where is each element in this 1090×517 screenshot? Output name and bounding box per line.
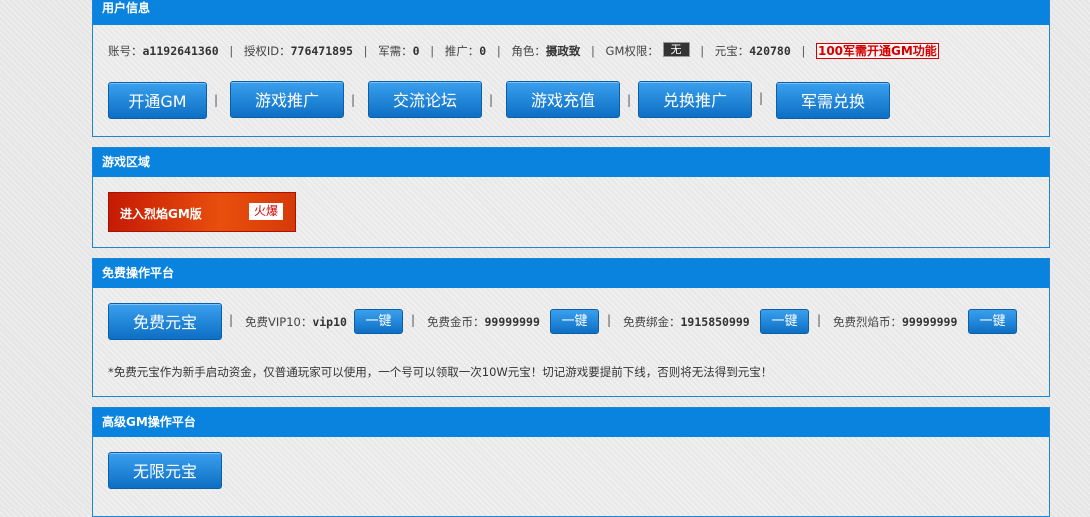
divider: | <box>627 93 632 107</box>
free-vip-value: vip10 <box>312 315 347 329</box>
gm-permission-label: GM权限： <box>605 44 659 58</box>
open-gm-link[interactable]: 100军需开通GM功能 <box>815 43 939 59</box>
free-vip-item: 免费VIP10：vip10 <box>245 314 347 330</box>
free-vip-onekey-button[interactable]: 一键 <box>354 309 403 334</box>
free-yuanbao-note: *免费元宝作为新手启动资金，仅普通玩家可以使用，一个号可以领取一次10W元宝！切… <box>108 365 773 379</box>
free-flame-coin-value: 99999999 <box>902 315 958 329</box>
game-zone-panel: 游戏区域 进入烈焰GM版 火爆 <box>92 147 1050 248</box>
divider: | <box>411 313 416 327</box>
military-exchange-button[interactable]: 军需兑换 <box>776 82 890 119</box>
open-gm-button[interactable]: 开通GM <box>108 82 207 119</box>
auth-value: 776471895 <box>290 44 353 58</box>
free-bound-gold-item: 免费绑金：1915850999 <box>623 314 750 330</box>
advanced-gm-title: 高级GM操作平台 <box>93 408 1049 437</box>
banner-text: 进入烈焰GM版 <box>120 207 202 221</box>
free-bound-gold-value: 1915850999 <box>680 315 750 329</box>
divider: | <box>489 93 494 107</box>
hot-tag: 火爆 <box>249 203 284 220</box>
enter-game-banner[interactable]: 进入烈焰GM版 火爆 <box>108 192 296 232</box>
account-label: 账号： <box>108 44 143 58</box>
free-gold-item: 免费金币：99999999 <box>427 314 540 330</box>
divider: | <box>591 44 595 58</box>
user-info-panel: 用户信息 账号：a1192641360 | 授权ID：776471895 | 军… <box>92 0 1050 137</box>
divider: | <box>363 44 368 58</box>
auth-label: 授权ID： <box>243 44 291 58</box>
divider: | <box>229 44 234 58</box>
divider: | <box>430 44 435 58</box>
free-platform-panel: 免费操作平台 免费元宝 | 免费VIP10：vip10 一键 | 免费金币：99… <box>92 258 1050 397</box>
free-bound-gold-label: 免费绑金： <box>623 315 681 329</box>
free-platform-title: 免费操作平台 <box>93 259 1049 288</box>
unlimited-yuanbao-button[interactable]: 无限元宝 <box>108 452 222 489</box>
free-vip-label: 免费VIP10： <box>245 315 313 329</box>
promo-value: 0 <box>479 44 487 58</box>
free-bound-gold-onekey-button[interactable]: 一键 <box>760 309 809 334</box>
promo-label: 推广： <box>444 44 480 58</box>
yuanbao-value: 420780 <box>749 44 791 58</box>
military-label: 军需： <box>378 44 413 58</box>
divider: | <box>496 44 501 58</box>
free-gold-value: 99999999 <box>484 315 540 329</box>
free-gold-onekey-button[interactable]: 一键 <box>550 309 599 334</box>
forum-button[interactable]: 交流论坛 <box>368 81 482 118</box>
redeem-promo-button[interactable]: 兑换推广 <box>638 81 752 118</box>
recharge-button[interactable]: 游戏充值 <box>506 81 620 118</box>
gm-permission-badge: 无 <box>662 42 690 57</box>
free-yuanbao-button[interactable]: 免费元宝 <box>108 303 222 340</box>
account-value: a1192641360 <box>142 44 219 58</box>
yuanbao-label: 元宝： <box>714 44 750 58</box>
free-flame-coin-label: 免费烈焰币： <box>833 315 902 329</box>
game-zone-title: 游戏区域 <box>93 148 1049 177</box>
user-info-row: 账号：a1192641360 | 授权ID：776471895 | 军需：0 |… <box>108 42 939 59</box>
divider: | <box>700 44 705 58</box>
role-label: 角色： <box>511 44 546 58</box>
divider: | <box>229 313 234 327</box>
free-flame-coin-item: 免费烈焰币：99999999 <box>833 314 957 330</box>
divider: | <box>801 44 806 58</box>
free-gold-label: 免费金币： <box>427 315 485 329</box>
user-info-title: 用户信息 <box>93 0 1049 25</box>
game-promo-button[interactable]: 游戏推广 <box>230 81 344 118</box>
divider: | <box>351 93 356 107</box>
divider: | <box>759 91 764 105</box>
military-value: 0 <box>412 44 420 58</box>
divider: | <box>817 313 822 327</box>
divider: | <box>607 313 612 327</box>
divider: | <box>214 93 219 107</box>
free-flame-coin-onekey-button[interactable]: 一键 <box>968 309 1017 334</box>
role-value: 摄政致 <box>545 44 581 58</box>
advanced-gm-panel: 高级GM操作平台 无限元宝 <box>92 407 1050 517</box>
